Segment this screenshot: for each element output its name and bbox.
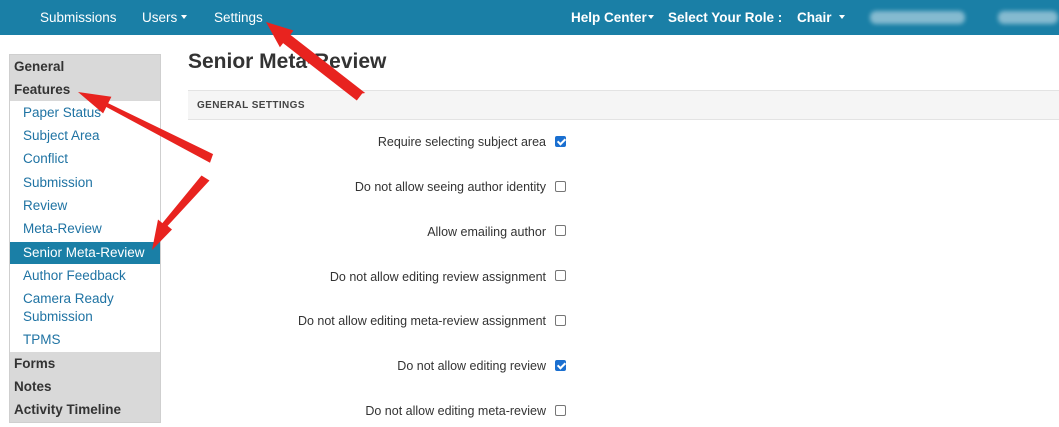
sidebar-item-meta-review[interactable]: Meta-Review (10, 220, 160, 238)
setting-label: Do not allow editing review (397, 359, 546, 373)
sidebar-item-conflict[interactable]: Conflict (10, 150, 160, 168)
setting-label: Do not allow editing meta-review (365, 404, 546, 418)
sidebar-general[interactable]: General (10, 55, 160, 79)
nav-help-center-label: Help Center (571, 10, 647, 25)
sidebar-features[interactable]: Features (10, 79, 160, 101)
chevron-down-icon (181, 15, 188, 20)
sidebar-item-senior-meta-review[interactable]: Senior Meta-Review (10, 242, 160, 264)
setting-checkbox[interactable] (555, 225, 566, 236)
nav-users[interactable]: Users (142, 0, 188, 35)
setting-checkbox[interactable] (555, 360, 566, 371)
setting-checkbox[interactable] (555, 405, 566, 416)
nav-settings[interactable]: Settings (214, 0, 263, 35)
section-header: GENERAL SETTINGS (188, 90, 1059, 120)
sidebar-item-camera-ready-submission[interactable]: Camera Ready Submission (10, 290, 140, 326)
redacted-user-menu[interactable] (998, 11, 1058, 24)
setting-checkbox[interactable] (555, 315, 566, 326)
redacted-user-name[interactable] (870, 11, 965, 24)
setting-checkbox[interactable] (555, 181, 566, 192)
setting-checkbox[interactable] (555, 270, 566, 281)
nav-users-label: Users (142, 10, 178, 25)
sidebar-item-review[interactable]: Review (10, 197, 160, 215)
sidebar-item-subject-area[interactable]: Subject Area (10, 127, 160, 145)
section-header-label: GENERAL SETTINGS (197, 100, 305, 111)
nav-help-center[interactable]: Help Center (571, 0, 654, 35)
page-title: Senior Meta-Review (188, 50, 387, 73)
setting-checkbox[interactable] (555, 136, 566, 147)
sidebar-forms[interactable]: Forms (10, 352, 160, 375)
role-selector[interactable]: Chair (797, 0, 845, 35)
role-value: Chair (797, 10, 832, 25)
chevron-down-icon (838, 15, 845, 20)
setting-label: Do not allow editing review assignment (329, 270, 546, 284)
nav-submissions[interactable]: Submissions (40, 0, 117, 35)
setting-label: Do not allow seeing author identity (354, 180, 546, 194)
setting-label: Do not allow editing meta-review assignm… (297, 314, 546, 328)
settings-sidebar: General Features Paper Status Subject Ar… (9, 54, 161, 423)
sidebar-item-submission[interactable]: Submission (10, 174, 160, 192)
chevron-down-icon (647, 15, 654, 20)
sidebar-item-author-feedback[interactable]: Author Feedback (10, 267, 160, 285)
setting-label: Require selecting subject area (377, 135, 546, 149)
sidebar-activity-timeline[interactable]: Activity Timeline (10, 398, 160, 422)
role-label: Select Your Role : (668, 10, 783, 25)
sidebar-notes[interactable]: Notes (10, 375, 160, 398)
sidebar-item-tpms[interactable]: TPMS (10, 331, 160, 349)
setting-label: Allow emailing author (427, 225, 546, 239)
top-navbar: Submissions Users Settings Help Center S… (0, 0, 1059, 35)
sidebar-item-paper-status[interactable]: Paper Status (10, 104, 160, 122)
